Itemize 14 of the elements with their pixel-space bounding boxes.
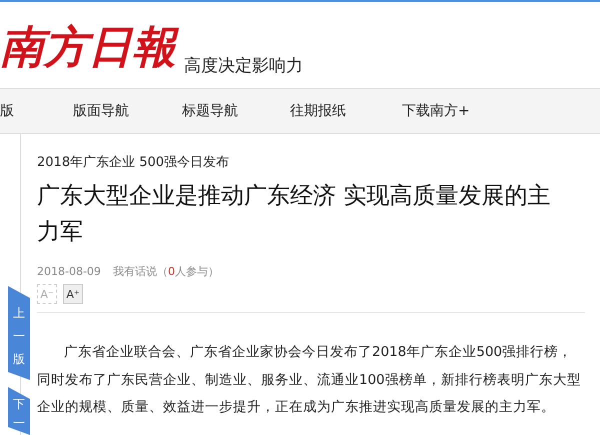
nav-link[interactable]: 往期报纸 bbox=[290, 102, 402, 120]
article-date: 2018-08-09 bbox=[37, 265, 101, 278]
article-title: 广东大型企业是推动广东经济 实现高质量发展的主力军 bbox=[37, 182, 552, 247]
page-tab[interactable]: 下一 bbox=[8, 387, 30, 435]
nav-link[interactable]: 下载南方+ bbox=[402, 102, 470, 120]
comment-link[interactable]: 我有话说（0人参与） bbox=[112, 265, 219, 278]
slogan: 高度决定影响力 bbox=[184, 55, 303, 78]
article-paragraph: 广东省企业联合会、广东省企业家协会今日发布了2018年广东企业500强排行榜，同时发布了广东民营企业、制造业、服务业、流通业100强榜单，新排行榜表明广东大型企业的规模、质量、效益进一步提升，正在成为广东推进实现高质量发展的主力军。 bbox=[37, 343, 582, 417]
page-tab[interactable]: 上一版 bbox=[8, 286, 30, 380]
article-kicker: 2018年广东企业 500强今日发布 bbox=[37, 154, 230, 172]
nav-link[interactable]: 版 bbox=[0, 102, 73, 120]
font-size-button[interactable]: A⁺ bbox=[63, 284, 83, 304]
nav-link[interactable]: 标题导航 bbox=[182, 102, 290, 120]
nav-link[interactable]: 版面导航 bbox=[73, 102, 182, 120]
